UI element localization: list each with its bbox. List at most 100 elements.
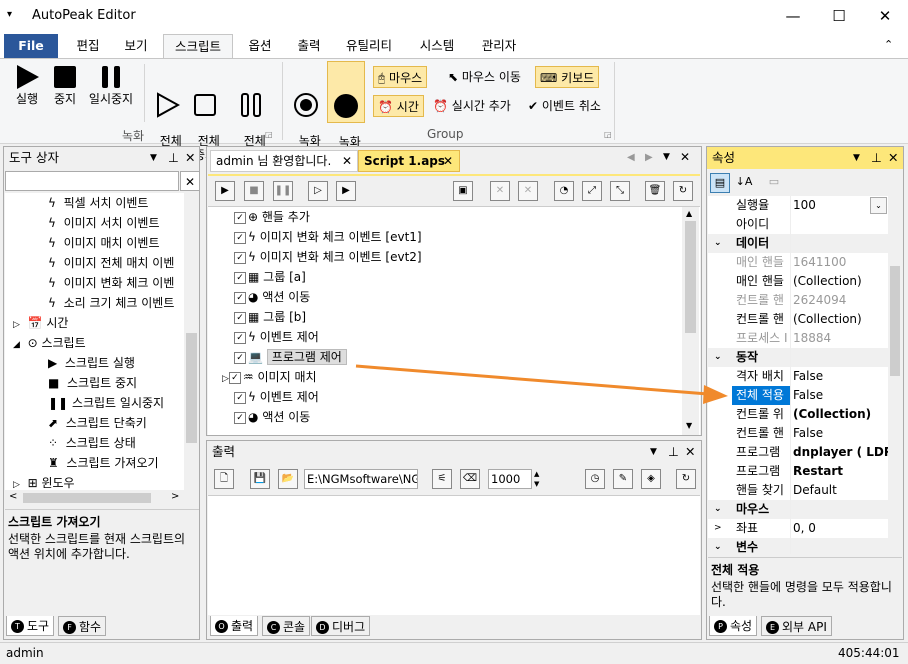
pin-icon[interactable]: ⊥ — [668, 441, 679, 463]
list-item[interactable]: ■ 스크립트 중지 — [5, 373, 199, 393]
script-line[interactable]: ✓ ⊕ 핸들 추가 — [208, 207, 700, 227]
spinner-arrows-icon[interactable]: ▲ ▼ — [534, 469, 539, 489]
list-item[interactable]: ϟ 픽셀 서치 이벤트 — [5, 193, 199, 213]
delete-icon[interactable]: ✕ — [490, 181, 510, 201]
script-line[interactable]: ✓ ϟ 이벤트 제어 — [208, 327, 700, 347]
trash-icon[interactable]: 🗑 — [645, 181, 665, 201]
script-line[interactable]: ✓ ϟ 이벤트 제어 — [208, 387, 700, 407]
expand-icon[interactable]: > — [714, 519, 722, 538]
step-icon[interactable]: ▷ — [308, 181, 328, 201]
close-document-icon[interactable]: ✕ — [680, 150, 690, 164]
property-row[interactable]: 격자 배치 False — [708, 367, 902, 386]
script-line[interactable]: ✓ ϟ 이미지 변화 체크 이벤트 [evt1] — [208, 227, 700, 247]
tree-category-script[interactable]: ◢ ⊙ 스크립트 — [5, 333, 199, 353]
close-icon[interactable]: ✕ — [685, 441, 695, 463]
tab-list-icon[interactable]: ▼ — [663, 152, 670, 162]
paint-bucket-icon[interactable]: ◈ — [641, 469, 661, 489]
tab-properties[interactable]: P 속성 — [709, 616, 758, 636]
tab-file[interactable]: File — [4, 34, 58, 58]
list-item[interactable]: ϟ 이미지 매치 이벤트 — [5, 233, 199, 253]
expand-icon[interactable]: ⤢ — [582, 181, 602, 201]
checkbox[interactable]: ✓ — [234, 311, 246, 324]
checkbox[interactable]: ✓ — [234, 331, 246, 344]
expand-icon[interactable]: ▷ — [222, 374, 229, 384]
tab-tools[interactable]: T 도구 — [6, 616, 55, 636]
vertical-scrollbar[interactable] — [888, 196, 902, 554]
tab-edit[interactable]: 편집 — [66, 34, 110, 58]
stop-button[interactable]: 중지 — [50, 64, 80, 106]
property-row-selected[interactable]: 전체 적용 False ⌄ — [708, 197, 902, 405]
run-icon[interactable]: ▶ — [215, 181, 235, 201]
eraser-icon[interactable]: ⌫ — [460, 469, 480, 489]
close-tab-icon[interactable]: ✕ — [342, 151, 352, 171]
categorized-icon[interactable]: ▤ — [710, 173, 730, 193]
mouse-toggle[interactable]: 🖰 마우스 — [373, 66, 428, 88]
collapse-icon[interactable]: ◢ — [13, 340, 20, 350]
tab-utility[interactable]: 유틸리티 — [337, 34, 401, 58]
collapse-icon[interactable]: ⌄ — [714, 538, 722, 554]
expand-icon[interactable]: ▷ — [13, 320, 20, 330]
list-item[interactable]: ❚❚ 스크립트 일시중지 — [5, 393, 199, 413]
checkbox[interactable]: ✓ — [234, 391, 246, 404]
column-divider[interactable] — [790, 196, 791, 554]
vertical-scrollbar[interactable] — [184, 193, 199, 490]
close-tab-icon[interactable]: ✕ — [443, 151, 453, 171]
tab-admin[interactable]: 관리자 — [472, 34, 526, 58]
property-category[interactable]: ⌄ 변수 — [708, 538, 902, 554]
scrollbar-thumb[interactable] — [685, 221, 696, 333]
property-category[interactable]: ⌄ 동작 — [708, 348, 902, 367]
checkbox[interactable]: ✓ — [234, 351, 246, 364]
property-row[interactable]: > 좌표 0, 0 — [708, 519, 902, 538]
maximize-button[interactable]: ☐ — [816, 0, 862, 32]
group2-launcher-icon[interactable]: ◲ — [604, 130, 612, 139]
time-toggle[interactable]: ⏰ 시간 — [373, 95, 424, 117]
tab-console[interactable]: C 콘솔 — [262, 616, 311, 636]
checkbox[interactable]: ✓ — [234, 411, 246, 424]
collapse-icon[interactable]: ⌄ — [714, 348, 722, 367]
property-row[interactable]: 컨트롤 위 (Collection) — [708, 405, 902, 424]
minimize-button[interactable]: — — [770, 0, 816, 32]
checkbox[interactable]: ✓ — [234, 291, 246, 304]
script-line[interactable]: ✓ ▦ 그룹 [a] — [208, 267, 700, 287]
app-menu-icon[interactable]: ▾ — [7, 9, 12, 20]
clean-icon[interactable]: ⚟ — [432, 469, 452, 489]
folder-open-icon[interactable]: 📂 — [278, 469, 298, 489]
scrollbar-thumb[interactable] — [186, 333, 197, 443]
panel-dropdown-icon[interactable]: ▼ — [650, 441, 657, 463]
tab-output[interactable]: 출력 — [287, 34, 331, 58]
list-item[interactable]: ϟ 이미지 변화 체크 이벤 — [5, 273, 199, 293]
realtime-add-toggle[interactable]: ⏰ 실시간 추가 — [429, 95, 515, 117]
script-line[interactable]: ✓ ϟ 이미지 변화 체크 이벤트 [evt2] — [208, 247, 700, 267]
tab-scroll-right-icon[interactable]: ▶ — [645, 152, 653, 163]
checkbox[interactable]: ✓ — [234, 251, 246, 264]
tab-script[interactable]: 스크립트 — [163, 34, 233, 59]
tab-external-api[interactable]: E 외부 API — [761, 616, 832, 636]
list-item[interactable]: ⁘ 스크립트 상태 — [5, 433, 199, 453]
list-item[interactable]: ⬈ 스크립트 단축키 — [5, 413, 199, 433]
tab-view[interactable]: 보기 — [114, 34, 158, 58]
close-icon[interactable]: ✕ — [185, 147, 195, 169]
tab-system[interactable]: 시스템 — [410, 34, 464, 58]
property-category[interactable]: ⌄ 마우스 — [708, 500, 902, 519]
tab-debug[interactable]: D 디버그 — [311, 616, 371, 636]
image-icon[interactable]: ▣ — [453, 181, 473, 201]
keyboard-toggle[interactable]: ⌨ 키보드 — [535, 66, 600, 88]
property-row[interactable]: 프로그램 dnplayer ( LDPla — [708, 443, 902, 462]
property-row[interactable]: 프로그램 Restart — [708, 462, 902, 481]
property-row[interactable]: 매인 핸들 (Collection) — [708, 272, 902, 291]
log-path-input[interactable] — [304, 469, 418, 489]
record-stop-button[interactable]: 녹화 중지 — [327, 61, 365, 163]
timer-icon[interactable]: ◔ — [554, 181, 574, 201]
script-line[interactable]: ▷ ✓ ♒ 이미지 매치 — [208, 367, 700, 387]
list-item[interactable]: ϟ 이미지 서치 이벤트 — [5, 213, 199, 233]
scrollbar-thumb[interactable] — [890, 266, 900, 376]
list-item[interactable]: ▶ 스크립트 실행 — [5, 353, 199, 373]
brush-icon[interactable]: ✎ — [613, 469, 633, 489]
group-launcher-icon[interactable]: ◲ — [265, 130, 273, 139]
property-row[interactable]: 아이디 — [708, 215, 902, 234]
expand-icon[interactable]: ▷ — [13, 480, 20, 490]
tab-script1[interactable]: Script 1.aps ✕ — [358, 150, 460, 172]
toolbox-search-input[interactable] — [5, 171, 179, 191]
list-item[interactable]: ϟ 소리 크기 체크 이벤트 — [5, 293, 199, 313]
step-over-icon[interactable]: ▶ — [336, 181, 356, 201]
